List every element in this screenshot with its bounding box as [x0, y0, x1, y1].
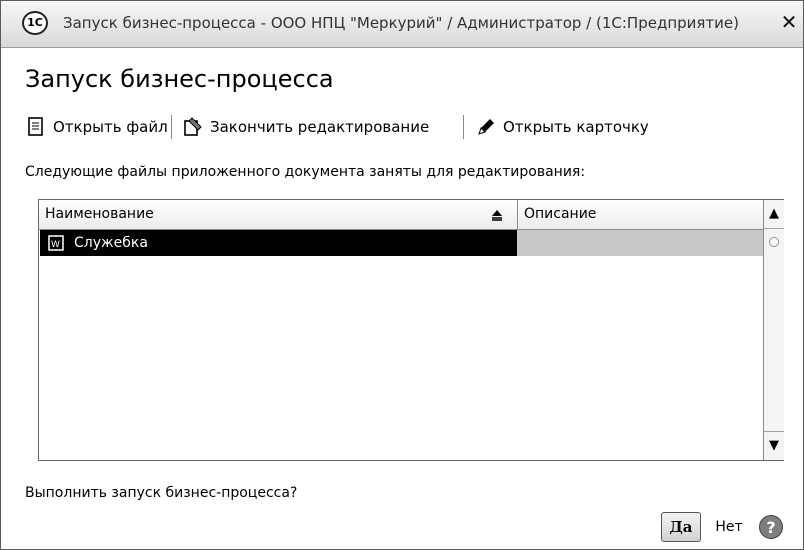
app-logo-icon: 1С [22, 11, 48, 35]
column-header-name[interactable]: Наименование [39, 200, 515, 229]
row-name-cell[interactable]: W Служебка [40, 230, 517, 256]
info-text: Следующие файлы приложенного документа з… [25, 164, 586, 180]
open-file-button[interactable]: Открыть файл [25, 113, 168, 141]
document-icon [28, 117, 43, 136]
toolbar-separator [171, 115, 172, 139]
card-pen-icon [478, 119, 494, 135]
files-table: Наименование Описание W Служебка ▲ ▼ [38, 199, 784, 461]
vertical-scrollbar[interactable]: ▲ ▼ [763, 200, 784, 460]
close-button[interactable]: ✕ [778, 9, 800, 35]
finish-editing-label: Закончить редактирование [210, 118, 430, 136]
edit-finish-icon [184, 117, 202, 136]
table-header: Наименование Описание [39, 200, 763, 230]
row-description-cell[interactable] [517, 230, 763, 256]
toolbar-separator [463, 115, 464, 139]
dialog-window: 1С Запуск бизнес-процесса - ООО НПЦ "Мер… [0, 0, 804, 550]
scroll-down-arrow-icon[interactable]: ▼ [764, 431, 784, 460]
help-icon[interactable]: ? [759, 515, 783, 539]
scroll-up-arrow-icon[interactable]: ▲ [764, 200, 784, 229]
page-title: Запуск бизнес-процесса [25, 65, 334, 93]
open-card-button[interactable]: Открыть карточку [475, 113, 649, 141]
word-document-icon: W [48, 235, 64, 251]
yes-button[interactable]: Да [661, 512, 701, 542]
svg-text:W: W [51, 240, 60, 250]
scroll-thumb[interactable] [769, 237, 779, 247]
no-button[interactable]: Нет [712, 512, 746, 542]
open-file-label: Открыть файл [53, 118, 168, 136]
table-row[interactable]: W Служебка [39, 230, 763, 256]
open-card-label: Открыть карточку [503, 118, 649, 136]
title-bar[interactable]: 1С Запуск бизнес-процесса - ООО НПЦ "Мер… [1, 1, 803, 48]
finish-editing-button[interactable]: Закончить редактирование [182, 113, 429, 141]
sort-icon[interactable] [489, 207, 505, 223]
question-text: Выполнить запуск бизнес-процесса? [25, 485, 298, 501]
column-header-description[interactable]: Описание [518, 200, 763, 229]
window-title: Запуск бизнес-процесса - ООО НПЦ "Меркур… [63, 14, 739, 32]
row-name-text: Служебка [74, 235, 148, 251]
